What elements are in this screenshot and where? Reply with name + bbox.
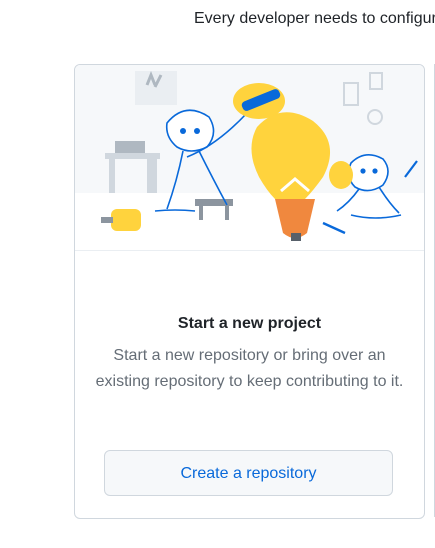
wall-frame xyxy=(343,82,359,106)
helmet-top xyxy=(233,83,285,119)
stool xyxy=(195,199,233,206)
card-title: Start a new project xyxy=(177,315,322,332)
wall-frame xyxy=(369,72,383,90)
page: Every developer needs to configure Start… xyxy=(0,0,435,548)
wrench xyxy=(404,160,418,178)
wall-clock xyxy=(367,109,383,125)
illustration-graphic xyxy=(75,70,424,250)
card-description: Start a new repository or bring over an … xyxy=(95,347,404,390)
create-repository-button[interactable]: Create a repository xyxy=(104,450,393,496)
intro-text: Every developer needs to configure xyxy=(194,10,435,27)
start-project-card: Start a new project Start a new reposito… xyxy=(74,64,425,519)
shelf-plant xyxy=(135,71,177,105)
octocats-building-lightbulb-illustration xyxy=(75,65,424,251)
desk xyxy=(105,153,160,159)
